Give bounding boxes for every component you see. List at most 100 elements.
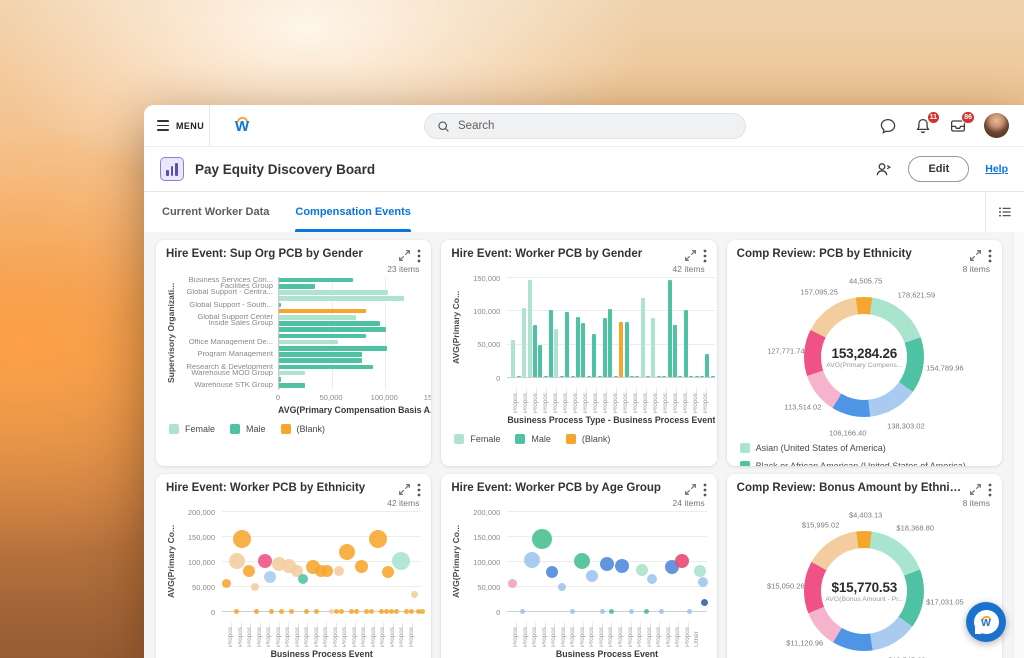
bar[interactable] — [533, 325, 537, 377]
bar[interactable] — [678, 376, 682, 377]
data-point[interactable] — [508, 579, 517, 588]
bar[interactable] — [705, 354, 709, 377]
bar[interactable] — [657, 376, 661, 377]
bar[interactable] — [279, 278, 353, 283]
chat-button[interactable] — [879, 117, 897, 135]
kebab-menu-icon[interactable] — [417, 482, 421, 497]
data-point[interactable] — [251, 583, 259, 591]
bar[interactable] — [279, 377, 281, 382]
data-point[interactable] — [698, 577, 708, 587]
search-bar[interactable] — [424, 113, 746, 139]
help-link[interactable]: Help — [985, 163, 1008, 175]
board-settings-button[interactable] — [985, 192, 1024, 232]
bar[interactable] — [603, 318, 607, 377]
bar[interactable] — [279, 321, 380, 326]
bar[interactable] — [641, 298, 645, 377]
bar[interactable] — [689, 376, 693, 377]
bar[interactable] — [279, 346, 387, 351]
data-point[interactable] — [675, 554, 689, 568]
bar[interactable] — [646, 376, 650, 377]
bar[interactable] — [711, 376, 715, 377]
bar[interactable] — [581, 323, 585, 377]
data-point[interactable] — [229, 553, 245, 569]
expand-icon[interactable] — [398, 482, 411, 496]
bar[interactable] — [625, 322, 629, 377]
data-point[interactable] — [558, 583, 566, 591]
data-point[interactable] — [420, 609, 425, 614]
data-point[interactable] — [600, 557, 614, 571]
workday-assistant-button[interactable]: W — [966, 602, 1006, 642]
bar[interactable] — [560, 376, 564, 377]
bar[interactable] — [279, 290, 388, 295]
bar[interactable] — [511, 340, 515, 377]
edit-button[interactable]: Edit — [908, 156, 969, 182]
bar[interactable] — [528, 280, 532, 377]
kebab-menu-icon[interactable] — [417, 248, 421, 263]
menu-button[interactable]: MENU — [144, 105, 210, 146]
bar[interactable] — [554, 329, 558, 377]
data-point[interactable] — [701, 599, 708, 606]
kebab-menu-icon[interactable] — [703, 248, 707, 263]
data-point[interactable] — [258, 554, 272, 568]
bar[interactable] — [571, 376, 575, 377]
bar[interactable] — [279, 296, 404, 301]
kebab-menu-icon[interactable] — [988, 248, 992, 263]
data-point[interactable] — [369, 530, 387, 548]
bar[interactable] — [544, 376, 548, 377]
kebab-menu-icon[interactable] — [988, 482, 992, 497]
bar[interactable] — [576, 317, 580, 377]
tab-compensation-events[interactable]: Compensation Events — [295, 192, 411, 232]
bar[interactable] — [549, 310, 553, 377]
bar[interactable] — [279, 327, 386, 332]
workday-logo[interactable]: W — [235, 117, 249, 134]
data-point[interactable] — [243, 565, 255, 577]
bar[interactable] — [279, 365, 373, 370]
data-point[interactable] — [636, 564, 648, 576]
data-point[interactable] — [392, 552, 410, 570]
bar[interactable] — [538, 345, 542, 377]
scrollbar-gutter[interactable] — [1013, 232, 1024, 658]
bar[interactable] — [592, 334, 596, 377]
data-point[interactable] — [546, 566, 558, 578]
bar[interactable] — [695, 376, 699, 377]
bar[interactable] — [565, 312, 569, 377]
data-point[interactable] — [694, 565, 706, 577]
profile-avatar[interactable] — [984, 113, 1009, 138]
bar[interactable] — [279, 303, 281, 308]
bar[interactable] — [522, 308, 526, 377]
bar[interactable] — [673, 325, 677, 377]
data-point[interactable] — [532, 529, 552, 549]
bar[interactable] — [279, 352, 362, 357]
expand-icon[interactable] — [398, 248, 411, 262]
data-point[interactable] — [233, 530, 251, 548]
bar[interactable] — [614, 376, 618, 377]
expand-icon[interactable] — [969, 248, 982, 262]
data-point[interactable] — [334, 566, 344, 576]
data-point[interactable] — [382, 566, 394, 578]
bar[interactable] — [279, 358, 362, 363]
data-point[interactable] — [411, 591, 418, 598]
bar[interactable] — [517, 376, 521, 377]
data-point[interactable] — [586, 570, 598, 582]
bar[interactable] — [635, 376, 639, 377]
bar[interactable] — [279, 309, 366, 314]
bar[interactable] — [279, 383, 305, 388]
bar[interactable] — [608, 309, 612, 377]
data-point[interactable] — [524, 552, 540, 568]
data-point[interactable] — [647, 574, 657, 584]
inbox-button[interactable]: 86 — [949, 117, 967, 135]
kebab-menu-icon[interactable] — [703, 482, 707, 497]
data-point[interactable] — [574, 553, 590, 569]
tab-current-worker-data[interactable]: Current Worker Data — [162, 192, 269, 232]
data-point[interactable] — [339, 544, 355, 560]
bar[interactable] — [587, 376, 591, 377]
expand-icon[interactable] — [684, 482, 697, 496]
data-point[interactable] — [615, 559, 629, 573]
expand-icon[interactable] — [684, 248, 697, 262]
bar[interactable] — [598, 376, 602, 377]
data-point[interactable] — [321, 565, 333, 577]
expand-icon[interactable] — [969, 482, 982, 496]
share-people-icon[interactable] — [875, 161, 892, 178]
bar[interactable] — [684, 310, 688, 377]
bar[interactable] — [279, 315, 356, 320]
